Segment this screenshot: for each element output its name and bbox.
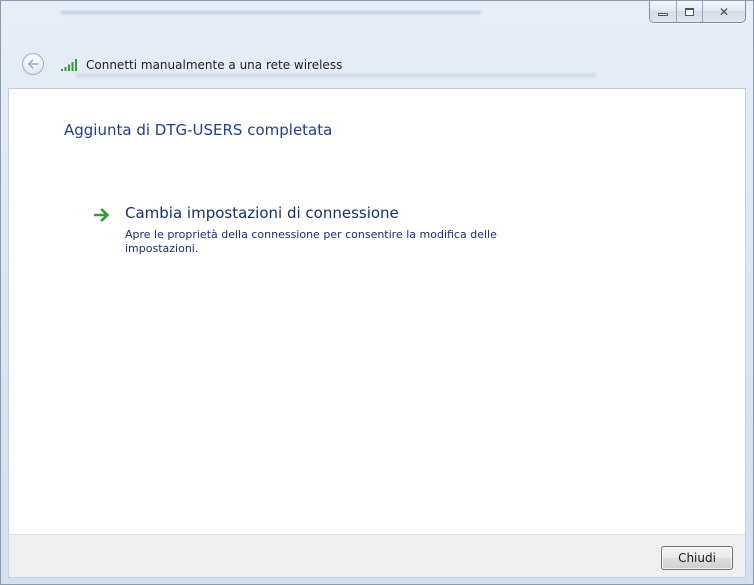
close-window-button[interactable]: ✕ [702,1,745,22]
completion-heading: Aggiunta di DTG-USERS completata [64,121,333,139]
caption-buttons: ✕ [649,1,746,23]
maximize-icon [685,7,694,16]
dialog-window: ✕ Connetti manualmente a una rete wirele… [0,0,754,585]
window-title: Connetti manualmente a una rete wireless [86,58,343,72]
change-connection-settings-link[interactable]: Cambia impostazioni di connessione Apre … [94,204,564,254]
wireless-signal-icon [61,59,77,71]
maximize-button[interactable] [676,1,702,22]
back-arrow-icon [27,59,39,69]
glass-blur-breadcrumb [76,74,596,77]
green-arrow-icon [94,208,109,222]
close-button[interactable]: Chiudi [661,546,733,570]
back-button[interactable] [22,53,44,75]
glass-blur-title [61,11,481,14]
minimize-icon [658,13,668,16]
option-title: Cambia impostazioni di connessione [125,204,399,222]
content-panel: Aggiunta di DTG-USERS completata Cambia … [8,88,746,534]
close-icon: ✕ [718,4,730,19]
footer-bar: Chiudi [8,534,746,578]
minimize-button[interactable] [650,1,676,22]
option-description: Apre le proprietà della connessione per … [125,228,497,254]
